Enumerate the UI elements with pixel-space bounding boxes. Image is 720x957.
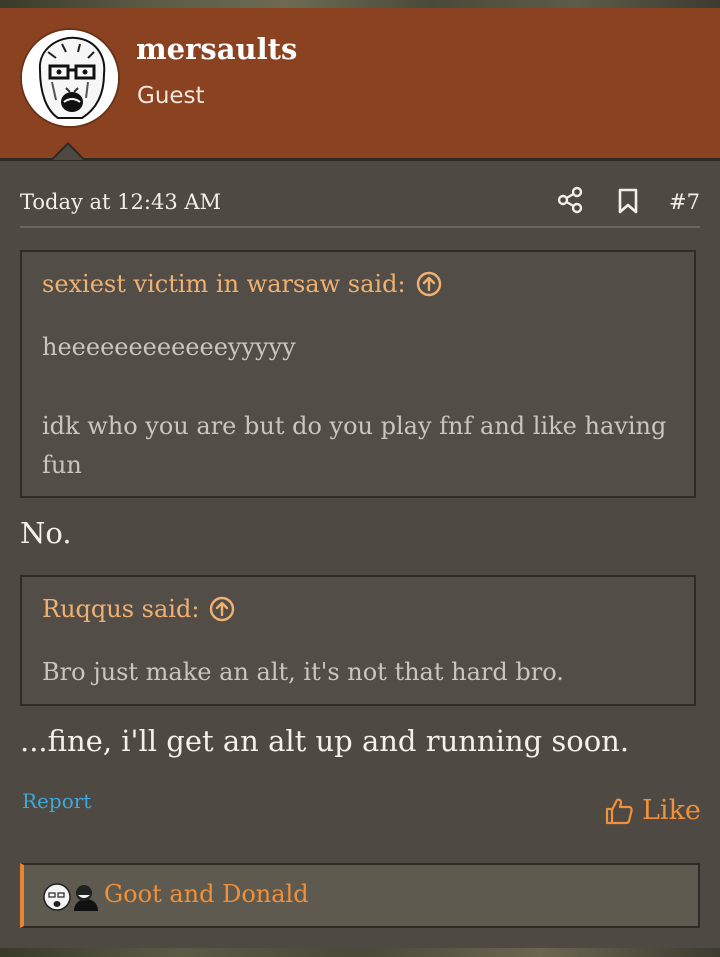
quote-attribution[interactable]: sexiest victim in warsaw said: [42, 270, 442, 298]
quote-text-line: Bro just make an alt, it's not that hard… [42, 658, 564, 686]
like-button[interactable]: Like [604, 795, 701, 826]
post-timestamp[interactable]: Today at 12:43 AM [20, 190, 221, 214]
user-avatar[interactable] [20, 28, 120, 128]
reaction-avatars-icon [43, 883, 98, 911]
quote-text-line: heeeeeeeeeeeeyyyyy [42, 333, 296, 361]
bottom-background-strip [0, 948, 720, 957]
quote-text-line: idk who you are but do you play fnf and … [42, 412, 667, 479]
jump-to-quote-icon[interactable] [209, 596, 235, 622]
post-meta-bar: Today at 12:43 AM #7 [20, 178, 700, 228]
share-icon[interactable] [557, 186, 583, 214]
bookmark-icon[interactable] [617, 188, 639, 214]
reactions-bar[interactable]: Goot and Donald [20, 863, 700, 928]
quote-author-label[interactable]: Ruqqus said: [42, 595, 199, 623]
user-header: mersaults Guest [0, 8, 720, 161]
reply-text: No. [20, 516, 72, 550]
reactions-users-link[interactable]: Goot and Donald [104, 880, 309, 908]
jump-to-quote-icon[interactable] [416, 271, 442, 297]
username[interactable]: mersaults [136, 32, 297, 66]
reply-text: ...fine, i'll get an alt up and running … [20, 724, 630, 758]
wojak-avatar-icon [22, 30, 118, 126]
quote-block: sexiest victim in warsaw said: heeeeeeee… [20, 250, 696, 498]
user-title: Guest [137, 83, 205, 109]
quote-attribution[interactable]: Ruqqus said: [42, 595, 235, 623]
post-number[interactable]: #7 [669, 190, 700, 214]
thumbs-up-icon [605, 798, 633, 824]
top-background-strip [0, 0, 720, 8]
quote-block: Ruqqus said: Bro just make an alt, it's … [20, 575, 696, 706]
like-label[interactable]: Like [642, 795, 701, 826]
report-link[interactable]: Report [22, 789, 91, 813]
quote-author-label[interactable]: sexiest victim in warsaw said: [42, 270, 406, 298]
